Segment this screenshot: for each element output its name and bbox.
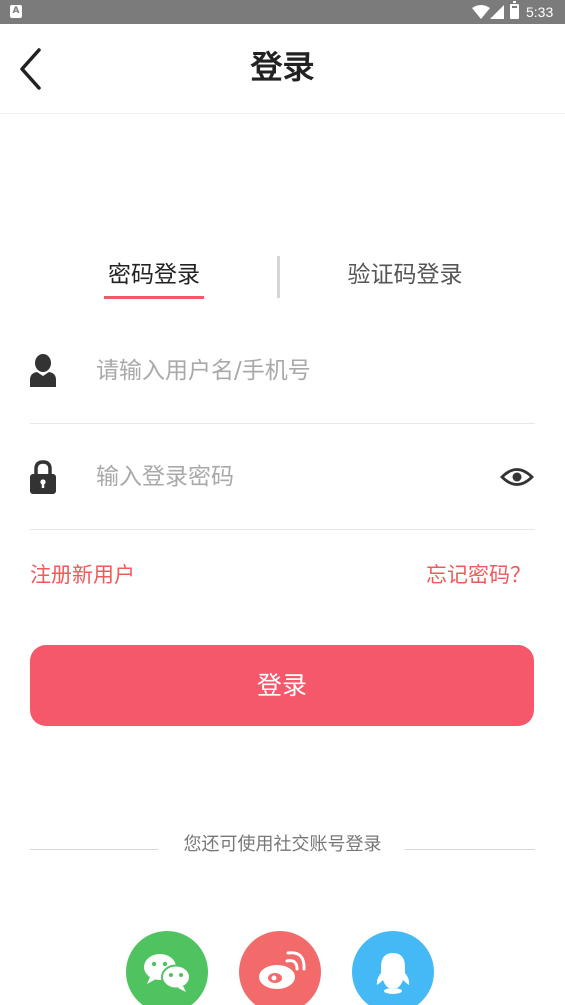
battery-icon xyxy=(510,1,519,19)
forgot-password-link[interactable]: 忘记密码？ xyxy=(426,555,531,595)
page-title: 登录 xyxy=(250,48,315,86)
clock: 5:33 xyxy=(526,4,554,20)
status-bar: A 5:33 xyxy=(0,0,565,24)
wifi-icon xyxy=(472,5,490,19)
social-login-divider: 您还可使用社交账号登录 xyxy=(30,830,535,860)
username-input[interactable] xyxy=(96,346,476,396)
tab-label: 密码登录 xyxy=(108,262,200,288)
wechat-login-button[interactable] xyxy=(126,931,208,1005)
divider-line xyxy=(30,849,158,850)
password-field xyxy=(30,424,535,530)
wechat-icon xyxy=(144,954,191,992)
weibo-login-button[interactable] xyxy=(239,931,321,1005)
lock-icon xyxy=(30,460,56,494)
password-input[interactable] xyxy=(96,452,476,502)
username-field xyxy=(30,318,535,424)
login-button[interactable]: 登录 xyxy=(30,645,534,726)
register-link[interactable]: 注册新用户 xyxy=(30,555,135,595)
qq-login-button[interactable] xyxy=(352,931,434,1005)
cellular-icon xyxy=(490,5,504,19)
eye-icon[interactable] xyxy=(500,462,534,492)
notification-icon: A xyxy=(10,5,22,18)
tab-label: 验证码登录 xyxy=(347,262,463,288)
account-links: 注册新用户 忘记密码？ xyxy=(30,555,535,595)
active-tab-indicator xyxy=(104,296,204,299)
qq-icon xyxy=(376,953,410,994)
tab-code-login[interactable]: 验证码登录 xyxy=(335,250,475,300)
tab-divider xyxy=(277,256,280,298)
social-login-hint: 您还可使用社交账号登录 xyxy=(183,834,382,855)
divider-line xyxy=(405,849,535,850)
login-tabs: 密码登录 验证码登录 xyxy=(0,250,565,306)
user-icon xyxy=(30,354,56,387)
weibo-icon xyxy=(259,951,306,989)
header: 登录 xyxy=(0,24,565,114)
tab-password-login[interactable]: 密码登录 xyxy=(100,250,208,300)
